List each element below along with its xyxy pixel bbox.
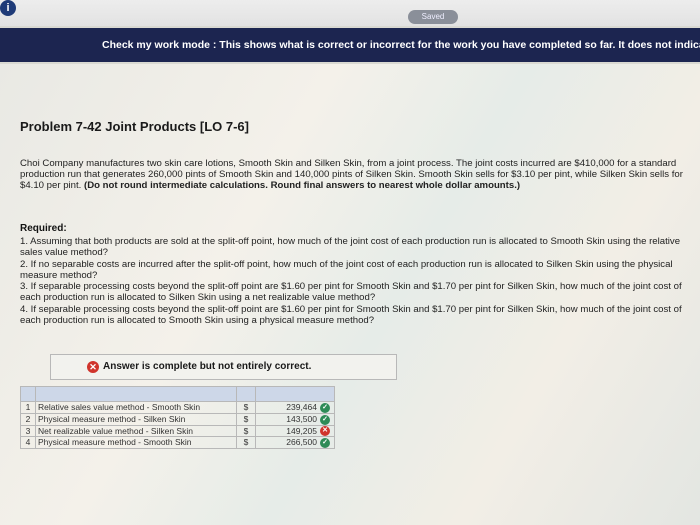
currency-symbol: $ (236, 424, 256, 438)
intro-instruction: (Do not round intermediate calculations.… (84, 180, 521, 191)
answer-cell[interactable]: 239,464 ✓ (255, 401, 335, 414)
row-number: 3 (20, 424, 36, 438)
answer-table: 1 Relative sales value method - Smooth S… (20, 386, 335, 449)
requirement-item: 2. If no separable costs are incurred af… (20, 258, 673, 281)
problem-title: Problem 7-42 Joint Products [LO 7-6] (20, 119, 249, 134)
answer-status-message: Answer is complete but not entirely corr… (103, 361, 312, 372)
requirement-item: 3. If separable processing costs beyond … (20, 281, 682, 304)
requirement-item: 4. If separable processing costs beyond … (20, 303, 682, 327)
table-row: 3 Net realizable value method - Silken S… (20, 424, 335, 438)
answer-cell[interactable]: 143,500 ✓ (255, 412, 335, 426)
banner-text: Check my work mode : This shows what is … (102, 39, 700, 51)
check-icon: ✓ (320, 438, 330, 448)
row-number: 1 (20, 401, 36, 414)
check-work-banner: Check my work mode : This shows what is … (0, 28, 700, 62)
answer-value[interactable]: 239,464 (286, 402, 317, 412)
row-label: Net realizable value method - Silken Ski… (35, 424, 237, 438)
table-row: 1 Relative sales value method - Smooth S… (20, 401, 335, 414)
currency-symbol: $ (236, 412, 256, 426)
table-header-row (20, 386, 335, 402)
currency-symbol: $ (236, 436, 256, 449)
answer-cell[interactable]: 266,500 ✓ (255, 436, 335, 449)
row-label: Physical measure method - Silken Skin (35, 412, 237, 426)
row-label: Relative sales value method - Smooth Ski… (35, 401, 237, 414)
answer-cell[interactable]: 149,205 ✕ (255, 424, 335, 438)
row-number: 2 (20, 412, 36, 426)
check-icon: ✓ (320, 414, 330, 425)
check-icon: ✓ (320, 402, 330, 413)
row-label: Physical measure method - Smooth Skin (35, 436, 237, 449)
incorrect-x-icon: ✕ (87, 361, 99, 373)
requirement-item: 1. Assuming that both products are sold … (20, 236, 681, 259)
answer-value[interactable]: 143,500 (286, 414, 317, 424)
currency-symbol: $ (236, 401, 256, 414)
table-row: 4 Physical measure method - Smooth Skin … (20, 436, 335, 449)
info-icon[interactable]: i (0, 0, 16, 16)
answer-value[interactable]: 149,205 (286, 426, 317, 436)
requirements-list: 1. Assuming that both products are sold … (20, 236, 690, 326)
row-number: 4 (20, 436, 36, 449)
table-row: 2 Physical measure method - Silken Skin … (20, 412, 335, 426)
x-icon: ✕ (320, 426, 330, 437)
top-bar: i Saved (0, 0, 700, 26)
answer-status-box: ✕ Answer is complete but not entirely co… (50, 354, 397, 380)
required-heading: Required: (20, 223, 67, 234)
problem-intro: Choi Company manufactures two skin care … (20, 158, 685, 191)
saved-badge: Saved (408, 10, 458, 24)
answer-value[interactable]: 266,500 (286, 437, 317, 447)
